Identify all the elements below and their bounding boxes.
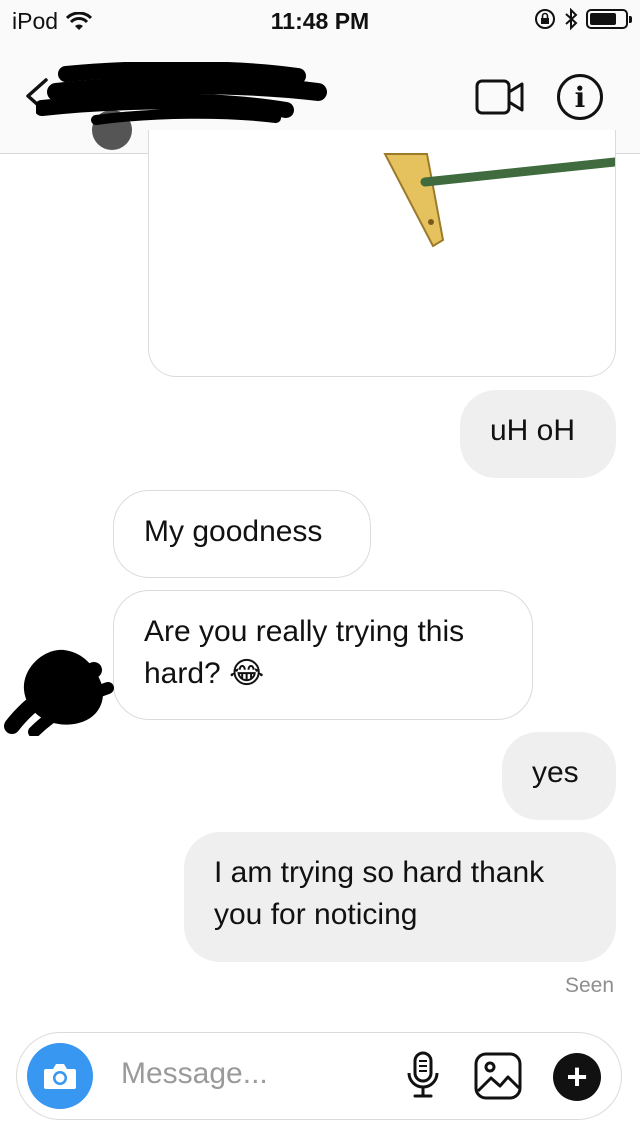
status-bar: iPod 11:48 PM <box>0 0 640 40</box>
message-text: My goodness <box>144 515 323 548</box>
bluetooth-icon <box>565 8 578 30</box>
message-input[interactable]: Message... <box>121 1057 268 1091</box>
info-icon[interactable]: i <box>557 74 603 120</box>
redaction-scribble <box>36 62 327 125</box>
shared-image <box>383 153 615 248</box>
microphone-icon[interactable] <box>403 1049 443 1101</box>
seen-receipt: Seen <box>564 974 614 997</box>
sender-avatar-redacted <box>4 649 114 736</box>
message-text: uH oH <box>490 414 576 447</box>
add-button[interactable]: + <box>553 1053 601 1101</box>
shared-image-card[interactable] <box>148 130 616 377</box>
video-camera-icon[interactable] <box>474 78 526 116</box>
gallery-icon[interactable] <box>473 1051 523 1101</box>
camera-button[interactable] <box>27 1043 93 1109</box>
message-bubble-received: Are you really trying this hard? 😂 <box>113 590 533 720</box>
message-bubble-sent: yes <box>502 732 616 820</box>
message-bubble-sent: I am trying so hard thank you for notici… <box>184 832 616 962</box>
message-bubble-sent: uH oH <box>460 390 616 478</box>
message-composer[interactable]: Message... + <box>16 1032 622 1120</box>
orientation-lock-icon <box>535 9 555 29</box>
battery-icon <box>586 9 632 29</box>
status-right <box>534 8 632 30</box>
message-text: Are you really trying this hard? 😂 <box>144 615 465 690</box>
message-bubble-received: My goodness <box>113 490 371 578</box>
camera-icon <box>44 1064 76 1089</box>
message-text: yes <box>532 756 579 789</box>
message-text: I am trying so hard thank you for notici… <box>214 856 545 931</box>
